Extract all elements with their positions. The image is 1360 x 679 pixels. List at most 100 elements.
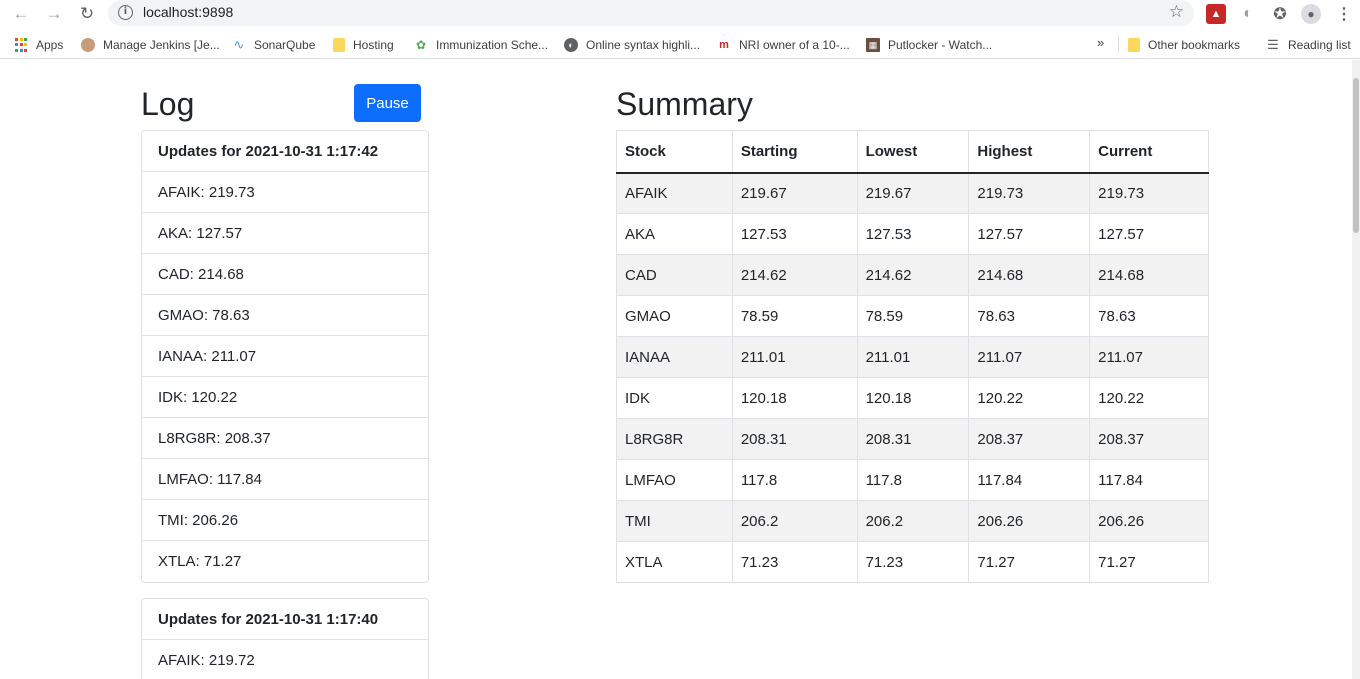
table-cell: 127.53: [856, 213, 970, 255]
table-cell: 117.84: [1089, 459, 1209, 501]
log-item: GMAO: 78.63: [142, 295, 428, 336]
pause-button[interactable]: Pause: [354, 84, 421, 122]
bookmark-nri[interactable]: m NRI owner of a 10-...: [717, 35, 850, 55]
table-cell: 214.68: [968, 254, 1091, 296]
table-cell: 208.37: [968, 418, 1091, 460]
bookmark-apps[interactable]: Apps: [14, 35, 63, 55]
back-arrow-icon[interactable]: ←: [11, 4, 31, 24]
table-cell: 71.27: [968, 541, 1091, 583]
table-cell: 127.53: [731, 213, 858, 255]
table-cell: 120.18: [856, 377, 970, 419]
summary-table-body: AFAIK 219.67 219.67 219.73 219.73 AKA 127.53 12…: [616, 172, 1209, 583]
table-cell: 214.68: [1089, 254, 1209, 296]
table-cell: 219.67: [856, 172, 970, 214]
table-cell: GMAO: [616, 295, 733, 337]
log-card-header: Updates for 2021-10-31 1:17:40: [142, 599, 428, 640]
table-cell: 219.73: [1089, 172, 1209, 214]
immunization-icon: ✿: [415, 38, 427, 52]
table-cell: 206.2: [856, 500, 970, 542]
bookmark-hosting[interactable]: Hosting: [333, 35, 394, 55]
table-cell: LMFAO: [616, 459, 733, 501]
table-row: AFAIK 219.67 219.67 219.73 219.73: [616, 172, 1209, 214]
table-row: TMI 206.2 206.2 206.26 206.26: [616, 500, 1209, 542]
log-card-header: Updates for 2021-10-31 1:17:42: [142, 131, 428, 172]
table-cell: IDK: [616, 377, 733, 419]
column-header-starting: Starting: [731, 130, 858, 174]
page-scrollbar[interactable]: [1352, 60, 1360, 679]
reading-list[interactable]: ☰ Reading list: [1266, 35, 1351, 55]
column-header-current: Current: [1089, 130, 1209, 174]
table-cell: 78.59: [731, 295, 858, 337]
table-cell: 127.57: [968, 213, 1091, 255]
column-header-lowest: Lowest: [856, 130, 970, 174]
bookmark-other[interactable]: Other bookmarks: [1128, 35, 1240, 55]
bookmark-sonarqube[interactable]: ∿ SonarQube: [232, 35, 316, 55]
address-bar[interactable]: i localhost:9898 ☆: [108, 0, 1194, 26]
table-cell: AKA: [616, 213, 733, 255]
log-item: AKA: 127.57: [142, 213, 428, 254]
extension-red-icon[interactable]: ▲: [1206, 4, 1226, 24]
table-cell: 71.23: [731, 541, 858, 583]
more-bookmarks-chevron-icon[interactable]: »: [1097, 35, 1104, 50]
bookmark-putlocker[interactable]: ▦ Putlocker - Watch...: [866, 35, 992, 55]
extension-sync-icon[interactable]: ◐: [1238, 4, 1258, 24]
summary-table: Stock Starting Lowest Highest Current AF…: [616, 130, 1209, 583]
log-item: AFAIK: 219.73: [142, 172, 428, 213]
bookmark-syntax-highlighter[interactable]: ◐ Online syntax highli...: [564, 35, 700, 55]
table-cell: 206.26: [968, 500, 1091, 542]
column-header-highest: Highest: [968, 130, 1091, 174]
site-info-icon[interactable]: i: [118, 5, 133, 20]
reading-list-label: Reading list: [1288, 38, 1351, 52]
table-cell: 78.63: [1089, 295, 1209, 337]
bookmark-immunization[interactable]: ✿ Immunization Sche...: [414, 35, 548, 55]
table-cell: 78.63: [968, 295, 1091, 337]
table-cell: 208.31: [731, 418, 858, 460]
table-cell: AFAIK: [616, 172, 733, 214]
bookmark-jenkins[interactable]: Manage Jenkins [Je...: [81, 35, 220, 55]
table-row: L8RG8R 208.31 208.31 208.37 208.37: [616, 418, 1209, 460]
address-url[interactable]: localhost:9898: [143, 4, 233, 20]
log-item: LMFAO: 117.84: [142, 459, 428, 500]
log-title: Log: [141, 86, 195, 122]
table-row: CAD 214.62 214.62 214.68 214.68: [616, 254, 1209, 296]
table-cell: 206.26: [1089, 500, 1209, 542]
summary-title: Summary: [616, 86, 753, 122]
browser-menu-icon[interactable]: ⋮: [1334, 4, 1354, 24]
table-cell: 219.73: [968, 172, 1091, 214]
table-cell: XTLA: [616, 541, 733, 583]
table-cell: 127.57: [1089, 213, 1209, 255]
log-update-card: Updates for 2021-10-31 1:17:42 AFAIK: 21…: [141, 130, 429, 583]
table-row: XTLA 71.23 71.23 71.27 71.27: [616, 541, 1209, 583]
table-cell: 117.8: [856, 459, 970, 501]
table-cell: 214.62: [856, 254, 970, 296]
forward-arrow-icon[interactable]: →: [44, 4, 64, 24]
log-item: CAD: 214.68: [142, 254, 428, 295]
reload-icon[interactable]: ↻: [77, 4, 97, 24]
table-cell: 211.01: [856, 336, 970, 378]
profile-avatar-icon[interactable]: ●: [1301, 4, 1321, 24]
bookmarks-bar: Apps Manage Jenkins [Je... ∿ SonarQube H…: [0, 31, 1360, 59]
table-cell: 120.22: [1089, 377, 1209, 419]
table-cell: L8RG8R: [616, 418, 733, 460]
bookmark-label: Immunization Sche...: [436, 38, 549, 52]
globe-icon: ◐: [564, 38, 578, 52]
table-cell: 219.67: [731, 172, 858, 214]
extensions-puzzle-icon[interactable]: ✪: [1270, 4, 1290, 24]
table-cell: 117.8: [731, 459, 858, 501]
reading-list-icon: ☰: [1267, 37, 1279, 52]
apps-grid-icon: [14, 38, 28, 52]
log-update-card: Updates for 2021-10-31 1:17:40 AFAIK: 21…: [141, 598, 429, 679]
table-row: AKA 127.53 127.53 127.57 127.57: [616, 213, 1209, 255]
table-cell: IANAA: [616, 336, 733, 378]
table-cell: 211.01: [731, 336, 858, 378]
bookmark-label: Apps: [36, 38, 64, 52]
table-cell: 211.07: [968, 336, 1091, 378]
log-item: IANAA: 211.07: [142, 336, 428, 377]
table-cell: 208.31: [856, 418, 970, 460]
table-cell: CAD: [616, 254, 733, 296]
scrollbar-thumb[interactable]: [1353, 78, 1359, 233]
table-row: IDK 120.18 120.18 120.22 120.22: [616, 377, 1209, 419]
bookmark-star-icon[interactable]: ☆: [1169, 2, 1184, 22]
log-item: L8RG8R: 208.37: [142, 418, 428, 459]
film-icon: ▦: [866, 38, 880, 52]
